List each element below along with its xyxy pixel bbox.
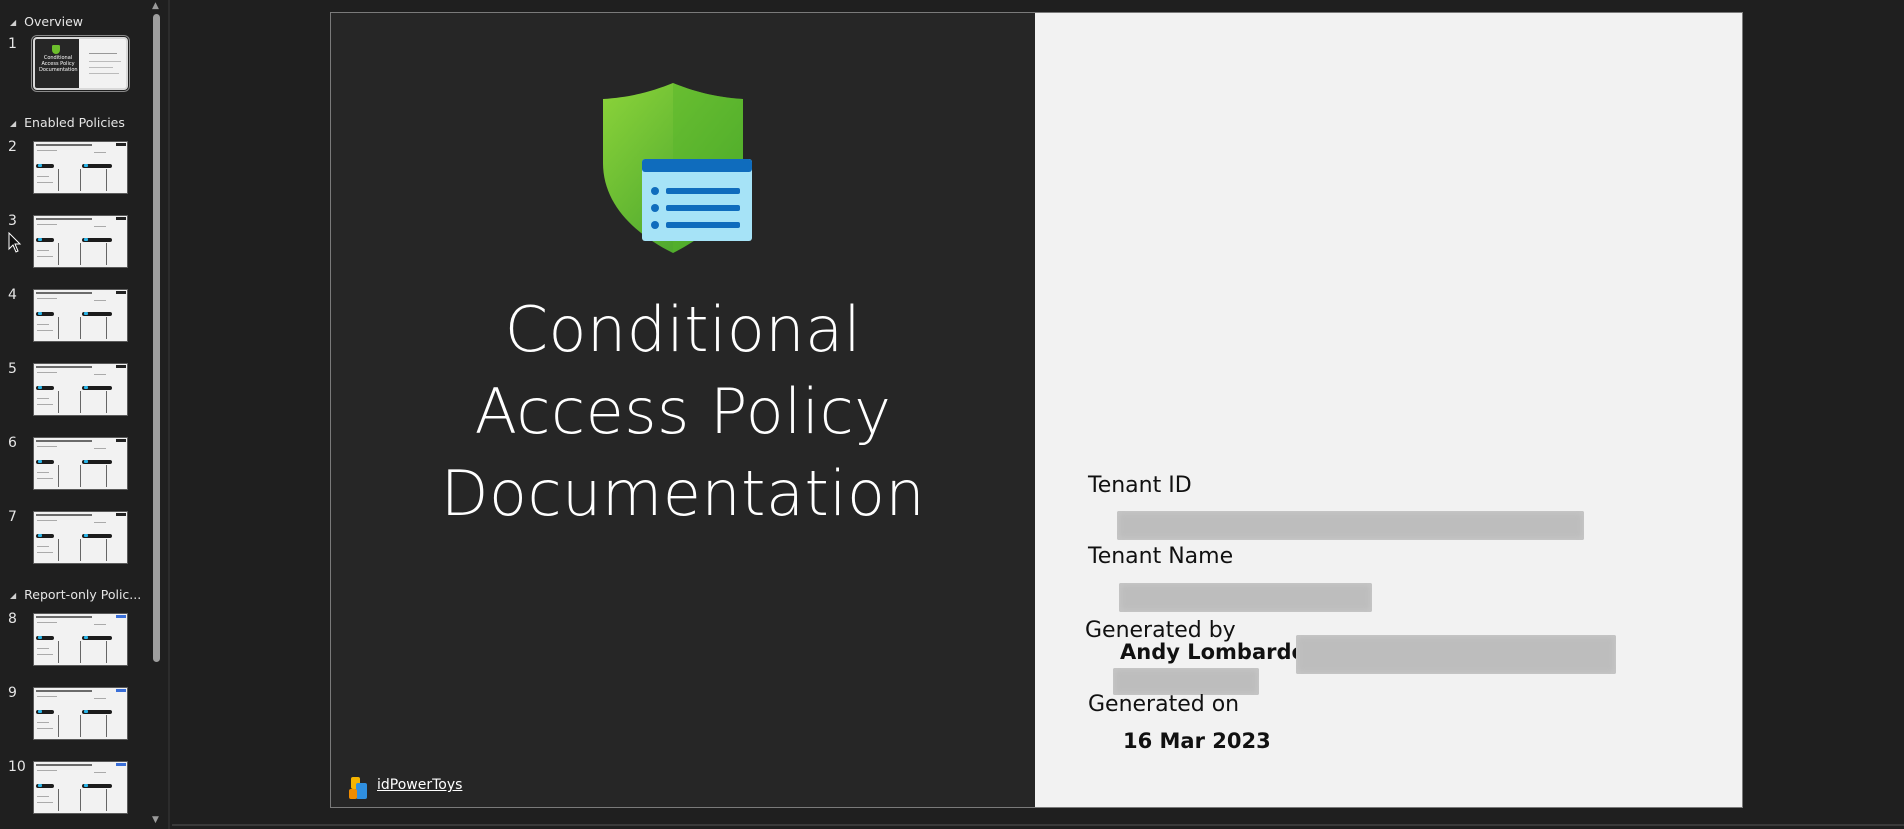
slide-number: 1 xyxy=(8,36,17,52)
thumb-title: Conditional Access Policy Documentation xyxy=(39,55,78,73)
title-line: Conditional xyxy=(504,293,862,366)
slide-number: 2 xyxy=(8,139,17,155)
title-pane: Conditional Access Policy Documentation … xyxy=(331,13,1035,807)
section-header-overview[interactable]: ◢ Overview xyxy=(10,11,83,31)
slide-title[interactable]: Conditional Access Policy Documentation xyxy=(331,289,1035,535)
tenant-name-redacted xyxy=(1119,583,1372,612)
idpowertoys-logo-icon xyxy=(349,777,367,799)
thumbnail-scrollbar[interactable]: ▲ ▼ xyxy=(150,0,162,829)
slide-thumbnail-6[interactable] xyxy=(33,437,128,490)
slide-thumbnail-4[interactable] xyxy=(33,289,128,342)
collapse-triangle-icon[interactable]: ◢ xyxy=(10,591,16,600)
slide-thumbnail-9[interactable] xyxy=(33,687,128,740)
section-label: Enabled Policies xyxy=(24,114,125,130)
scroll-up-arrow-icon[interactable]: ▲ xyxy=(152,1,159,11)
slide-thumbnail-5[interactable] xyxy=(33,363,128,416)
slide-number: 4 xyxy=(8,287,17,303)
generated-by-redacted xyxy=(1296,635,1616,674)
generated-by-redacted-2 xyxy=(1113,668,1259,695)
title-line: Access Policy xyxy=(474,375,892,448)
slide-number: 8 xyxy=(8,611,17,627)
mouse-cursor-icon xyxy=(8,232,22,253)
section-header-report-only-policies[interactable]: ◢ Report-only Polic... xyxy=(10,584,141,604)
shield-icon xyxy=(52,45,60,54)
generated-on-label: Generated on xyxy=(1088,692,1240,717)
slide-canvas[interactable]: Conditional Access Policy Documentation … xyxy=(330,12,1743,808)
section-label: Overview xyxy=(24,13,84,29)
slide-thumbnail-1[interactable]: Conditional Access Policy Documentation xyxy=(31,35,130,92)
slide-thumbnail-10[interactable] xyxy=(33,761,128,814)
slide-number: 5 xyxy=(8,361,17,377)
slide-thumbnail-3[interactable] xyxy=(33,215,128,268)
scroll-down-arrow-icon[interactable]: ▼ xyxy=(152,815,159,825)
slide-thumbnail-8[interactable] xyxy=(33,613,128,666)
scrollbar-thumb[interactable] xyxy=(153,14,160,662)
footer-brand-link[interactable]: idPowerToys xyxy=(377,777,462,793)
tenant-name-label: Tenant Name xyxy=(1088,544,1234,569)
section-label: Report-only Polic... xyxy=(24,586,142,602)
slide-number: 6 xyxy=(8,435,17,451)
tenant-id-redacted xyxy=(1117,511,1584,540)
title-line: Documentation xyxy=(440,457,926,530)
bottom-edge xyxy=(172,824,1904,826)
tenant-id-label: Tenant ID xyxy=(1088,473,1192,498)
collapse-triangle-icon[interactable]: ◢ xyxy=(10,119,16,128)
slide-number: 7 xyxy=(8,509,17,525)
section-header-enabled-policies[interactable]: ◢ Enabled Policies xyxy=(10,112,125,132)
slide-number: 9 xyxy=(8,685,17,701)
document-list-icon xyxy=(642,159,752,241)
slide-thumbnail-panel: ◢ Overview 1 Conditional Access Policy D… xyxy=(0,0,168,829)
collapse-triangle-icon[interactable]: ◢ xyxy=(10,18,16,27)
generated-by-value: Andy Lombardo xyxy=(1120,640,1306,664)
slide-thumbnail-2[interactable] xyxy=(33,141,128,194)
generated-on-value: 16 Mar 2023 xyxy=(1123,729,1271,753)
slide-number: 10 xyxy=(8,759,26,775)
slide-number: 3 xyxy=(8,213,17,229)
slide-thumbnail-7[interactable] xyxy=(33,511,128,564)
